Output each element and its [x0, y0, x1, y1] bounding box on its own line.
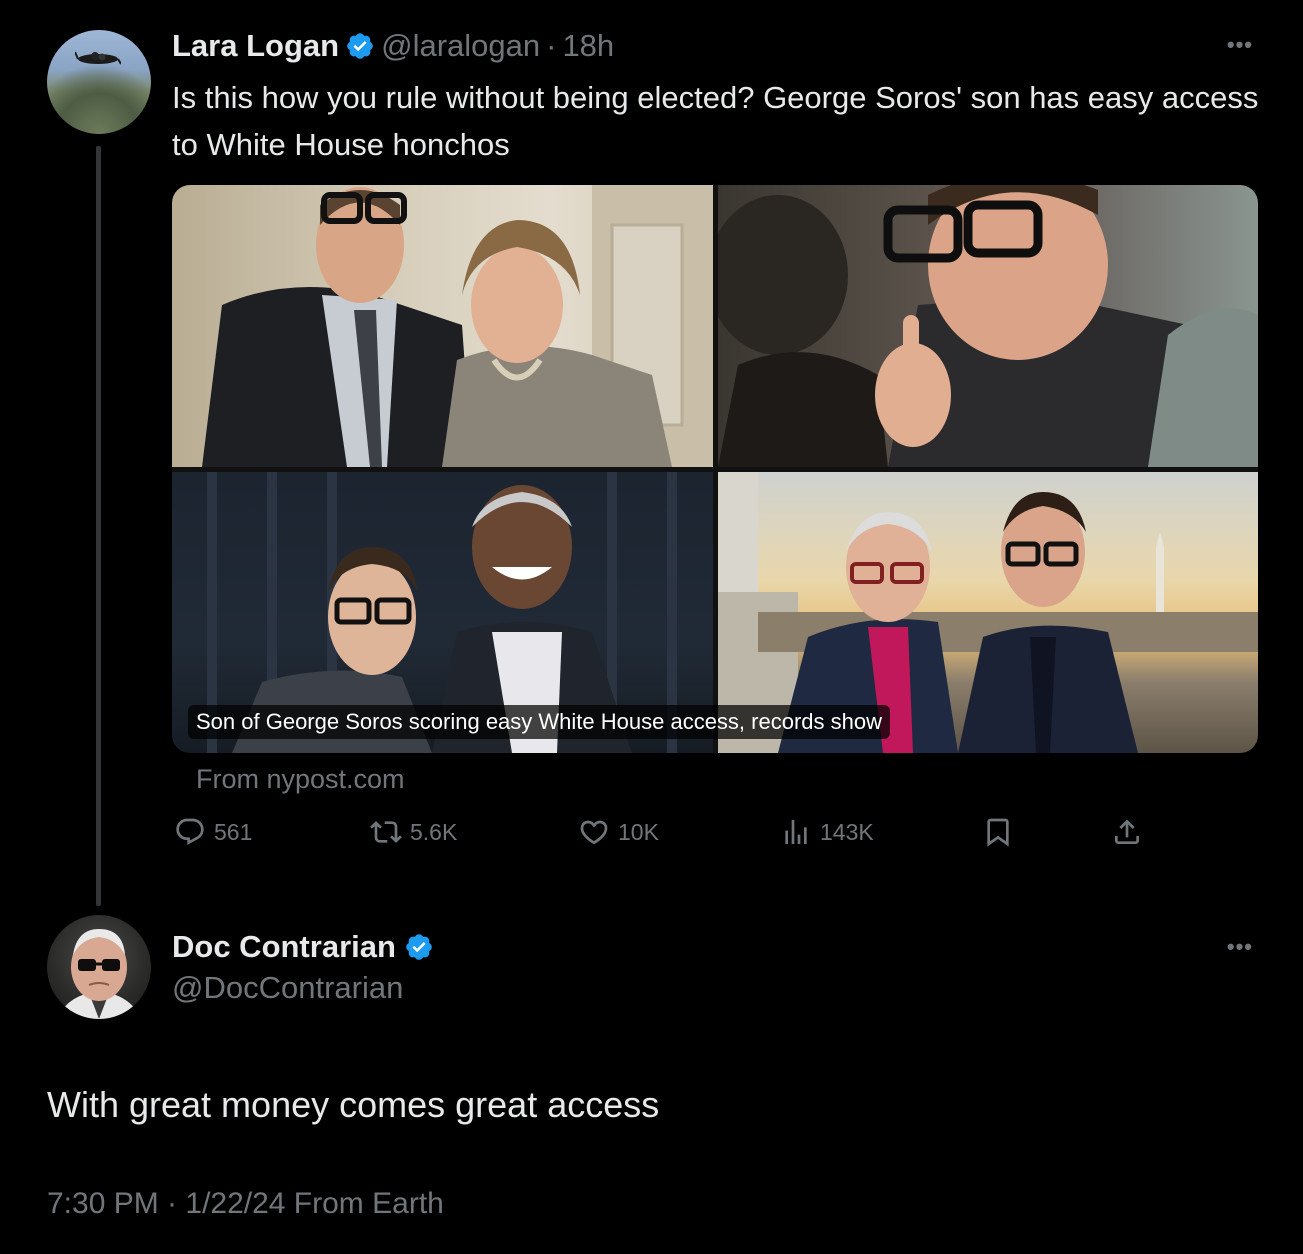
like-button[interactable]: 10K — [578, 816, 659, 848]
reply-button[interactable]: 561 — [174, 816, 252, 848]
bookmark-button[interactable] — [982, 816, 1014, 848]
tweet-timestamp[interactable]: 18h — [562, 28, 614, 64]
reply-author-handle[interactable]: @DocContrarian — [172, 970, 403, 1006]
views-count: 143K — [820, 818, 874, 845]
author-display-name[interactable]: Lara Logan — [172, 28, 339, 64]
views-button[interactable]: 143K — [780, 816, 874, 848]
verified-badge-icon[interactable] — [345, 31, 375, 61]
retweet-icon — [370, 821, 402, 843]
bookmark-icon — [987, 818, 1009, 847]
heart-icon — [580, 820, 608, 845]
views-icon — [785, 820, 807, 844]
link-card-headline[interactable]: Son of George Soros scoring easy White H… — [188, 705, 890, 739]
author-avatar-lara-logan[interactable] — [47, 30, 151, 134]
photo-2 — [718, 185, 1258, 467]
separator-dot: · — [546, 28, 557, 63]
link-card-source[interactable]: From nypost.com — [196, 764, 405, 795]
verified-badge-icon[interactable] — [404, 932, 434, 962]
reply-count: 561 — [214, 818, 253, 845]
reply-author-display-name[interactable]: Doc Contrarian — [172, 929, 396, 965]
reply-icon — [176, 818, 204, 845]
more-options-button[interactable]: ••• — [1227, 32, 1253, 58]
like-count: 10K — [618, 818, 659, 845]
reply-text: With great money comes great access — [47, 1084, 660, 1125]
tweet-text: Is this how you rule without being elect… — [172, 80, 1259, 162]
reply-header: Doc Contrarian — [172, 927, 434, 967]
reply-timestamp-meta[interactable]: 7:30 PM · 1/22/24 From Earth — [47, 1187, 444, 1221]
retweet-button[interactable]: 5.6K — [370, 816, 457, 848]
author-avatar-doc-contrarian[interactable] — [47, 915, 151, 1019]
author-handle[interactable]: @laralogan — [381, 28, 540, 64]
photo-1 — [172, 185, 713, 467]
retweet-count: 5.6K — [410, 818, 458, 845]
tweet-thread: Lara Logan @laralogan · 18h ••• Is this … — [0, 0, 1303, 1254]
share-button[interactable] — [1111, 816, 1143, 848]
portrait-icon — [57, 929, 141, 1019]
reply-more-options-button[interactable]: ••• — [1227, 934, 1253, 960]
share-icon — [1115, 819, 1139, 844]
skydiver-icon — [75, 51, 121, 65]
thread-connector-line — [96, 146, 101, 906]
link-card-media[interactable]: Son of George Soros scoring easy White H… — [172, 185, 1258, 753]
tweet-header: Lara Logan @laralogan · 18h — [172, 26, 614, 66]
